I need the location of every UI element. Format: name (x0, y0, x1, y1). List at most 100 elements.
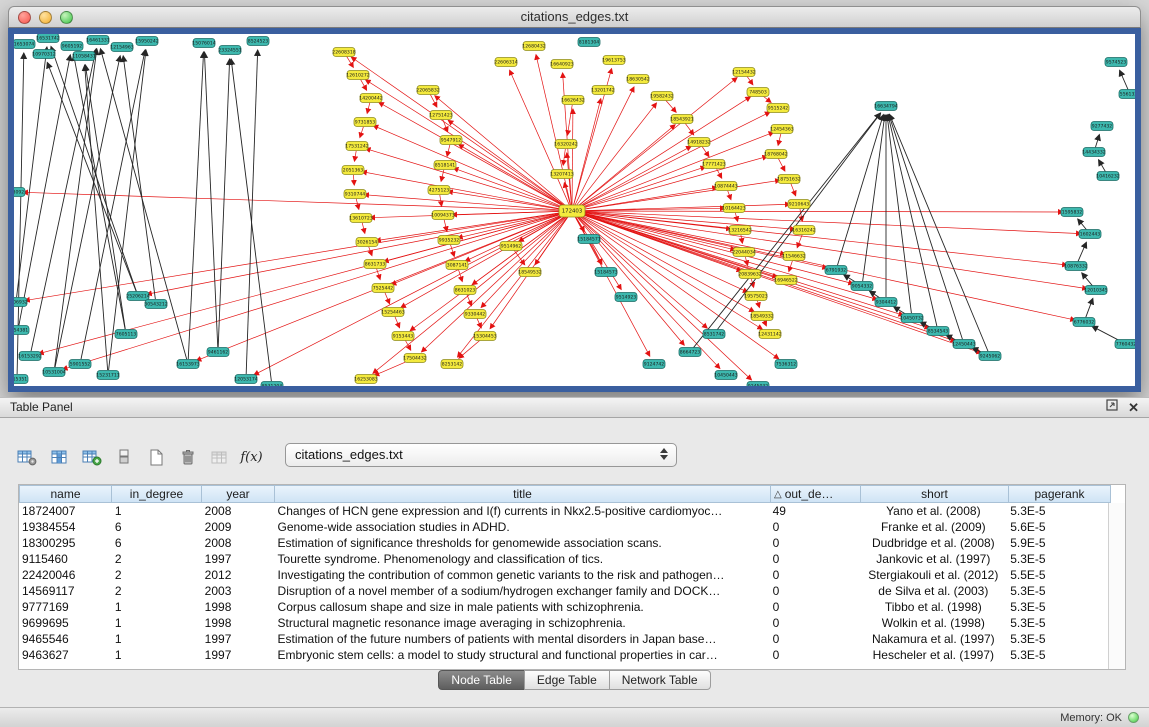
column-header-pagerank[interactable]: pagerank (1009, 485, 1111, 503)
network-node[interactable]: 8181304 (578, 38, 600, 47)
network-node[interactable]: 14434332 (1082, 148, 1105, 157)
network-edge[interactable] (1099, 160, 1106, 172)
network-edge[interactable] (778, 158, 785, 171)
network-view[interactable]: 1653074165317429605192164613311215496315… (8, 28, 1141, 392)
column-header-short[interactable]: short (861, 485, 1009, 503)
network-node[interactable]: 9124742 (643, 360, 665, 369)
network-node[interactable]: 9210643 (788, 200, 810, 209)
network-node[interactable]: 10416232 (1096, 172, 1119, 181)
network-node[interactable]: 10450732 (900, 314, 923, 323)
network-node[interactable]: 10450443 (714, 371, 737, 380)
network-edge[interactable] (1120, 70, 1128, 89)
network-edge[interactable] (366, 80, 568, 208)
network-node[interactable]: 30543212 (144, 300, 167, 309)
network-edge[interactable] (459, 339, 481, 358)
network-node[interactable]: 16531742 (36, 34, 59, 43)
network-node[interactable]: 14200442 (359, 94, 382, 103)
network-node[interactable]: 15076014 (192, 39, 215, 48)
network-node[interactable]: 6791932 (825, 266, 847, 275)
network-node[interactable]: 3087141 (446, 261, 468, 270)
table-scrollbar[interactable] (1108, 503, 1125, 669)
network-edge[interactable] (231, 59, 271, 381)
network-edge[interactable] (19, 55, 70, 325)
network-edge[interactable] (863, 115, 885, 281)
network-node[interactable]: 3026154 (356, 238, 378, 247)
network-node[interactable]: 15231711 (96, 371, 119, 380)
network-node[interactable]: 12431142 (758, 330, 781, 339)
network-node[interactable]: 8531742 (703, 330, 725, 339)
tab-node-table[interactable]: Node Table (438, 670, 525, 690)
network-node[interactable]: 16626432 (561, 96, 584, 105)
network-edge[interactable] (395, 317, 400, 328)
network-node[interactable]: 9054332 (851, 282, 873, 291)
network-node[interactable]: 18549532 (518, 268, 541, 277)
network-edge[interactable] (246, 50, 258, 374)
network-edge[interactable] (443, 120, 448, 132)
network-edge[interactable] (577, 212, 1087, 289)
network-node[interactable]: 16153973 (176, 360, 199, 369)
network-node[interactable]: 16320242 (554, 140, 577, 149)
network-edge[interactable] (764, 321, 766, 326)
network-node[interactable]: 15254463 (381, 308, 404, 317)
network-node[interactable]: 20839632 (738, 270, 761, 279)
network-edge[interactable] (791, 184, 796, 196)
network-node[interactable]: 17504432 (403, 354, 426, 363)
network-node[interactable]: 8518141 (434, 161, 456, 170)
network-edge[interactable] (385, 293, 390, 304)
network-node[interactable]: 22044034 (732, 248, 755, 257)
network-node[interactable]: 22065832 (416, 86, 439, 95)
network-edge[interactable] (572, 109, 573, 206)
table-row[interactable]: 2242004622012Investigating the contribut… (19, 567, 1109, 583)
import-table-icon[interactable] (208, 446, 231, 468)
table-row[interactable]: 969969511998Structural magnetic resonanc… (19, 615, 1109, 631)
network-node[interactable]: 13207413 (550, 170, 573, 179)
network-node[interactable]: 16946522 (774, 276, 797, 285)
network-edge[interactable] (147, 212, 567, 294)
network-edge[interactable] (735, 213, 737, 221)
table-options-icon[interactable] (16, 446, 39, 468)
table-row[interactable]: 1456911722003Disruption of a novel membe… (19, 583, 1109, 599)
network-node[interactable]: 16640923 (550, 60, 573, 69)
table-row[interactable]: 946362711997Embryonic stem cells: a mode… (19, 647, 1109, 663)
network-edge[interactable] (887, 115, 911, 313)
network-node[interactable]: 12053174 (234, 375, 257, 384)
rows-icon[interactable] (112, 446, 135, 468)
network-node[interactable]: 12010345 (1084, 286, 1107, 295)
network-edge[interactable] (123, 56, 155, 299)
network-node[interactable]: 13216542 (728, 226, 751, 235)
network-node[interactable]: 8524523 (247, 37, 269, 46)
network-node[interactable]: 16153292 (18, 352, 41, 361)
network-node[interactable]: 8534543 (927, 327, 949, 336)
column-header-out_degree[interactable]: △out_de… (771, 485, 861, 503)
network-edge[interactable] (728, 191, 731, 200)
network-node[interactable]: 25206932 (14, 298, 28, 307)
minimize-window-button[interactable] (39, 11, 52, 24)
network-node[interactable]: 7525442 (372, 284, 394, 293)
column-header-name[interactable]: name (19, 485, 112, 503)
network-edge[interactable] (364, 195, 567, 211)
network-edge[interactable] (576, 97, 750, 208)
network-node[interactable]: 10874443 (714, 182, 737, 191)
network-edge[interactable] (351, 57, 568, 208)
network-node[interactable]: 7536312 (775, 360, 797, 369)
network-node[interactable]: 7605113 (115, 330, 137, 339)
new-table-icon[interactable] (144, 446, 167, 468)
network-node[interactable]: 10164423 (722, 204, 745, 213)
network-edge[interactable] (459, 270, 463, 282)
network-node[interactable]: 9605192 (61, 42, 83, 51)
network-node[interactable]: 9330442 (464, 310, 486, 319)
network-node[interactable]: 9514962 (500, 242, 522, 251)
network-node[interactable]: 9245062 (979, 352, 1001, 361)
float-panel-icon[interactable] (1106, 398, 1118, 417)
table-row[interactable]: 1830029562008Estimation of significance … (19, 535, 1109, 551)
network-node[interactable]: 10876332 (1064, 262, 1087, 271)
network-edge[interactable] (447, 145, 450, 156)
network-node[interactable]: 2051363 (342, 166, 364, 175)
network-edge[interactable] (376, 212, 567, 241)
network-node[interactable]: 12154432 (732, 68, 755, 77)
window-titlebar[interactable]: citations_edges.txt (8, 6, 1141, 28)
network-edge[interactable] (47, 62, 136, 291)
network-node[interactable]: 9547912 (440, 136, 462, 145)
network-edge[interactable] (747, 76, 753, 85)
table-row[interactable]: 977716911998Corpus callosum shape and si… (19, 599, 1109, 615)
